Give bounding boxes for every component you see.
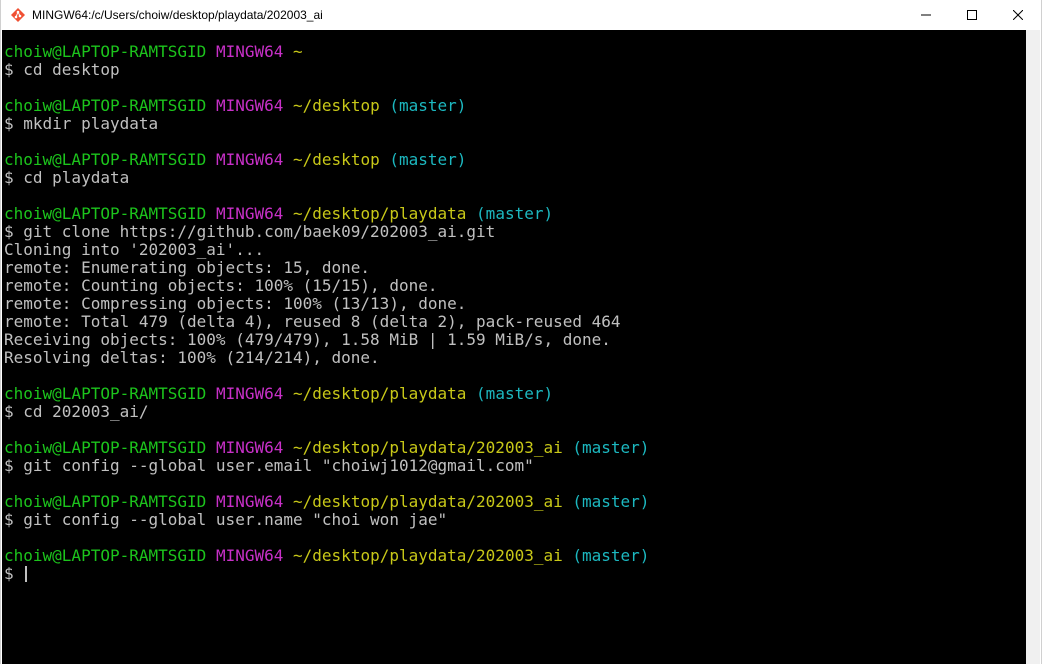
- close-button[interactable]: [995, 0, 1041, 30]
- command-line: $ git config --global user.email "choiwj…: [4, 456, 534, 475]
- prompt-env: MINGW64: [215, 42, 284, 61]
- prompt-line: choiw@LAPTOP-RAMTSGID MINGW64 ~/desktop/…: [4, 547, 1027, 565]
- prompt-branch: (master): [572, 438, 650, 457]
- prompt-path: ~/desktop: [293, 150, 380, 169]
- output-line: remote: Compressing objects: 100% (13/13…: [4, 294, 467, 313]
- prompt-env: MINGW64: [215, 96, 284, 115]
- prompt-env: MINGW64: [215, 438, 284, 457]
- prompt-line: choiw@LAPTOP-RAMTSGID MINGW64 ~: [4, 43, 1027, 61]
- output-line: Resolving deltas: 100% (214/214), done.: [4, 348, 380, 367]
- prompt-branch: (master): [572, 492, 650, 511]
- prompt-path: ~/desktop/playdata: [293, 204, 467, 223]
- prompt-line: choiw@LAPTOP-RAMTSGID MINGW64 ~/desktop/…: [4, 385, 1027, 403]
- title-bar[interactable]: MINGW64:/c/Users/choiw/desktop/playdata/…: [1, 0, 1041, 30]
- prompt-branch: (master): [389, 150, 467, 169]
- prompt-user: choiw@LAPTOP-RAMTSGID: [4, 492, 207, 511]
- window-title: MINGW64:/c/Users/choiw/desktop/playdata/…: [32, 8, 323, 22]
- prompt-user: choiw@LAPTOP-RAMTSGID: [4, 204, 207, 223]
- prompt-branch: (master): [476, 384, 554, 403]
- git-bash-icon: [10, 7, 26, 23]
- prompt-branch: (master): [476, 204, 554, 223]
- prompt-branch: (master): [389, 96, 467, 115]
- close-icon: [1013, 10, 1023, 20]
- output-line: remote: Total 479 (delta 4), reused 8 (d…: [4, 312, 621, 331]
- command-line: $ git clone https://github.com/baek09/20…: [4, 222, 496, 241]
- prompt-user: choiw@LAPTOP-RAMTSGID: [4, 150, 207, 169]
- prompt-path: ~: [293, 42, 303, 61]
- prompt-user: choiw@LAPTOP-RAMTSGID: [4, 546, 207, 565]
- command-line: $ cd 202003_ai/: [4, 402, 149, 421]
- window-controls: [903, 0, 1041, 30]
- terminal-window: MINGW64:/c/Users/choiw/desktop/playdata/…: [0, 0, 1042, 664]
- minimize-icon: [921, 14, 931, 16]
- prompt-env: MINGW64: [215, 492, 284, 511]
- prompt-env: MINGW64: [215, 204, 284, 223]
- vertical-scrollbar[interactable]: [1026, 30, 1040, 664]
- output-line: Receiving objects: 100% (479/479), 1.58 …: [4, 330, 611, 349]
- prompt-line: choiw@LAPTOP-RAMTSGID MINGW64 ~/desktop …: [4, 97, 1027, 115]
- prompt-path: ~/desktop/playdata: [293, 384, 467, 403]
- prompt-branch: (master): [572, 546, 650, 565]
- prompt-user: choiw@LAPTOP-RAMTSGID: [4, 438, 207, 457]
- prompt-symbol: $: [4, 564, 24, 583]
- output-line: Cloning into '202003_ai'...: [4, 240, 265, 259]
- command-line: $ cd playdata: [4, 168, 130, 187]
- prompt-env: MINGW64: [215, 384, 284, 403]
- prompt-env: MINGW64: [215, 150, 284, 169]
- prompt-line: choiw@LAPTOP-RAMTSGID MINGW64 ~/desktop/…: [4, 205, 1027, 223]
- prompt-line: choiw@LAPTOP-RAMTSGID MINGW64 ~/desktop/…: [4, 493, 1027, 511]
- prompt-path: ~/desktop/playdata/202003_ai: [293, 546, 563, 565]
- active-command-line[interactable]: $: [4, 565, 1027, 583]
- maximize-button[interactable]: [949, 0, 995, 30]
- minimize-button[interactable]: [903, 0, 949, 30]
- prompt-line: choiw@LAPTOP-RAMTSGID MINGW64 ~/desktop/…: [4, 439, 1027, 457]
- prompt-path: ~/desktop: [293, 96, 380, 115]
- maximize-icon: [967, 10, 977, 20]
- output-line: remote: Counting objects: 100% (15/15), …: [4, 276, 438, 295]
- prompt-path: ~/desktop/playdata/202003_ai: [293, 492, 563, 511]
- text-cursor: [25, 566, 28, 582]
- terminal-output[interactable]: choiw@LAPTOP-RAMTSGID MINGW64 ~ $ cd des…: [2, 30, 1027, 664]
- prompt-path: ~/desktop/playdata/202003_ai: [293, 438, 563, 457]
- prompt-line: choiw@LAPTOP-RAMTSGID MINGW64 ~/desktop …: [4, 151, 1027, 169]
- prompt-user: choiw@LAPTOP-RAMTSGID: [4, 42, 207, 61]
- command-line: $ git config --global user.name "choi wo…: [4, 510, 448, 529]
- prompt-env: MINGW64: [215, 546, 284, 565]
- command-line: $ cd desktop: [4, 60, 120, 79]
- command-line: $ mkdir playdata: [4, 114, 159, 133]
- output-line: remote: Enumerating objects: 15, done.: [4, 258, 371, 277]
- prompt-user: choiw@LAPTOP-RAMTSGID: [4, 384, 207, 403]
- prompt-user: choiw@LAPTOP-RAMTSGID: [4, 96, 207, 115]
